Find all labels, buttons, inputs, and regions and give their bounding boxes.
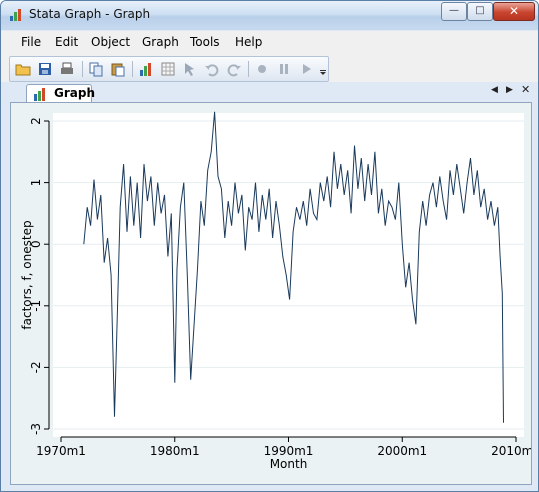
x-tick-label: 1990m1 — [264, 444, 314, 458]
tab-scroll-left-icon[interactable]: ◀ — [491, 85, 498, 95]
y-tick-label: -2 — [29, 361, 43, 373]
x-tick-label: 2000m1 — [377, 444, 427, 458]
x-tick-label: 1970m1 — [36, 444, 86, 458]
tab-scroll-right-icon[interactable]: ▶ — [506, 85, 513, 95]
redo-icon[interactable] — [226, 61, 242, 77]
line-chart[interactable]: 210-1-2-3 1970m11980m11990m12000m12010m1… — [11, 103, 531, 484]
pause-icon[interactable] — [276, 61, 292, 77]
menu-file[interactable]: File — [21, 35, 41, 49]
y-tick-label: 1 — [29, 179, 43, 187]
tab-graph[interactable]: Graph — [26, 84, 95, 103]
tab-close-icon[interactable]: ✕ — [521, 83, 530, 96]
toolbar — [9, 56, 329, 82]
graph-tab-icon — [34, 88, 45, 101]
x-tick-label: 1980m1 — [150, 444, 200, 458]
menu-graph[interactable]: Graph — [142, 35, 179, 49]
y-axis-label: factors, f, onestep — [20, 220, 34, 329]
record-icon[interactable] — [254, 61, 270, 77]
graph-editor-icon[interactable] — [138, 61, 154, 77]
toolbar-separator — [248, 61, 249, 77]
tab-label: Graph — [54, 86, 95, 100]
x-axis-label: Month — [270, 457, 308, 471]
data-editor-icon[interactable] — [160, 61, 176, 77]
maximize-button[interactable]: □ — [467, 2, 493, 21]
plot-area — [53, 113, 524, 437]
undo-icon[interactable] — [204, 61, 220, 77]
minimize-button[interactable]: — — [441, 2, 467, 21]
save-icon[interactable] — [37, 61, 53, 77]
y-tick-label: -3 — [29, 423, 43, 435]
window-title: Stata Graph - Graph — [29, 7, 151, 21]
x-tick-label: 2010m1 — [491, 444, 531, 458]
close-button[interactable]: ✕ — [493, 2, 535, 21]
graph-canvas: 210-1-2-3 1970m11980m11990m12000m12010m1… — [10, 102, 532, 485]
title-bar[interactable]: Stata Graph - Graph — □ ✕ — [1, 1, 538, 30]
menu-bar: File Edit Object Graph Tools Help — [1, 31, 538, 53]
toolbar-separator — [82, 61, 83, 77]
menu-edit[interactable]: Edit — [55, 35, 78, 49]
y-tick-label: 2 — [29, 117, 43, 125]
stata-app-icon — [10, 9, 21, 21]
menu-help[interactable]: Help — [235, 35, 262, 49]
paste-icon[interactable] — [110, 61, 126, 77]
menu-object[interactable]: Object — [91, 35, 130, 49]
copy-icon[interactable] — [88, 61, 104, 77]
toolbar-separator — [132, 61, 133, 77]
pointer-icon[interactable] — [182, 61, 198, 77]
play-icon[interactable] — [298, 61, 314, 77]
graph-window: Stata Graph - Graph — □ ✕ File Edit Obje… — [0, 0, 539, 492]
open-icon[interactable] — [15, 61, 31, 77]
menu-tools[interactable]: Tools — [190, 35, 220, 49]
print-icon[interactable] — [59, 61, 75, 77]
toolbar-dropdown-icon[interactable] — [318, 61, 328, 77]
